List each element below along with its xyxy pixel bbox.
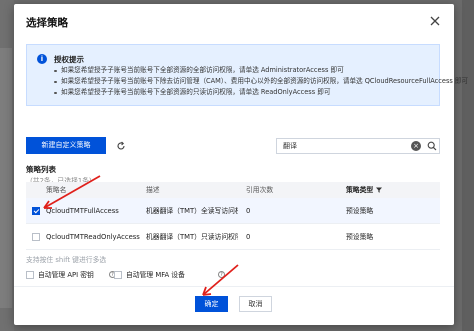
refresh-icon[interactable] [116,141,126,151]
table-row[interactable]: QcloudTMTFullAccess 机器翻译（TMT）全读写访问权限 0 预… [26,198,440,224]
dialog-title: 选择策略 [26,17,68,29]
header-reference-count: 引用次数 [246,186,274,194]
policy-name: QcloudTMTReadOnlyAccess [46,233,140,241]
policy-description: 机器翻译（TMT）只读访问权限 [146,233,238,241]
close-icon[interactable] [428,14,442,28]
header-policy-name: 策略名 [46,186,67,194]
policy-description: 机器翻译（TMT）全读写访问权限 [146,207,238,215]
table-header: 策略名 描述 引用次数 策略类型 [26,182,440,198]
notice-list: 如果您希望授予子账号当前账号下全部资源的全部访问权限，请单选 Administr… [54,65,468,98]
cancel-button[interactable]: 取消 [239,296,272,312]
footer-divider [14,286,454,287]
search-box: × [276,138,440,154]
clear-icon[interactable]: × [411,141,421,151]
header-description: 描述 [146,186,160,194]
mfa-label: 自动管理 MFA 设备 [126,271,185,279]
notice-item: 如果您希望授予子账号当前账号下全部资源的全部访问权限，请单选 Administr… [54,65,468,76]
confirm-button[interactable]: 确定 [195,296,228,312]
info-icon: i [37,54,47,64]
policy-name: QcloudTMTFullAccess [46,207,119,215]
policy-ref-count: 0 [246,207,251,215]
search-icon[interactable] [427,141,437,151]
header-policy-type-label: 策略类型 [346,186,374,194]
shift-multiselect-hint: 支持按住 shift 键进行多选 [26,256,107,264]
header-policy-type[interactable]: 策略类型 [346,182,383,198]
table-row[interactable]: QcloudTMTReadOnlyAccess 机器翻译（TMT）只读访问权限 … [26,224,440,250]
notice-item: 如果您希望授予子账号当前账号下全部资源的只读访问权限，请单选 ReadOnlyA… [54,87,468,98]
policy-type: 预设策略 [346,233,374,241]
search-input[interactable] [277,139,403,153]
api-key-label: 自动管理 API 密钥 [38,271,94,279]
filter-icon[interactable] [376,187,383,193]
policy-list-label: 策略列表 [26,165,56,174]
row-checkbox[interactable] [32,207,40,215]
notice-heading: 授权提示 [54,55,84,64]
page-background-right [462,0,474,331]
background-panel [0,48,12,308]
authorization-notice: i 授权提示 如果您希望授予子账号当前账号下全部资源的全部访问权限，请单选 Ad… [26,44,468,106]
row-checkbox[interactable] [32,233,40,241]
new-custom-policy-button[interactable]: 新建自定义策略 [26,137,106,154]
help-icon[interactable]: ? [218,271,225,278]
mfa-checkbox[interactable] [114,271,122,279]
select-policy-dialog: 选择策略 i 授权提示 如果您希望授予子账号当前账号下全部资源的全部访问权限，请… [14,4,468,325]
policy-ref-count: 0 [246,233,251,241]
notice-item: 如果您希望授予子账号当前账号下除去访问管理（CAM）、费用中心以外的全部资源的访… [54,76,468,87]
api-key-checkbox[interactable] [26,271,34,279]
policy-type: 预设策略 [346,207,374,215]
